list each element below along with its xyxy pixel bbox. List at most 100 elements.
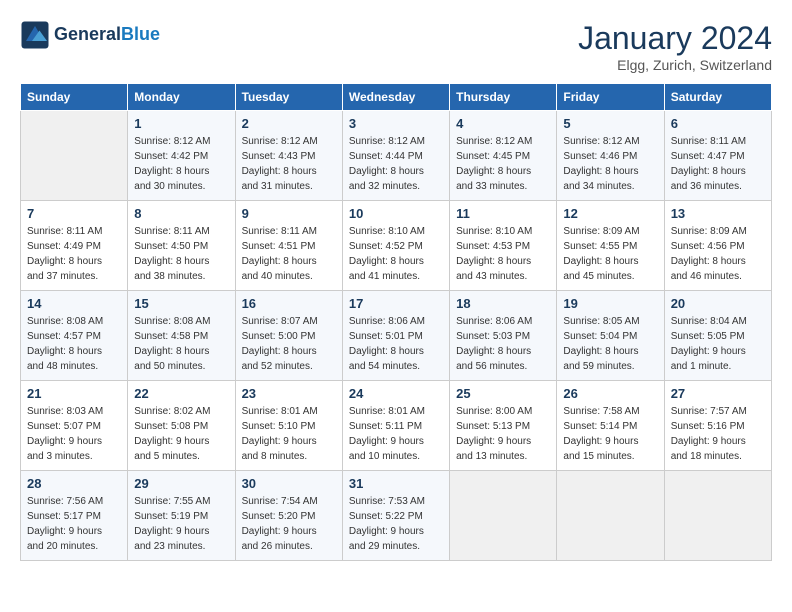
day-info: Sunrise: 7:55 AM Sunset: 5:19 PM Dayligh…	[134, 494, 228, 554]
weekday-header-row: SundayMondayTuesdayWednesdayThursdayFrid…	[21, 84, 772, 111]
calendar-body: 1Sunrise: 8:12 AM Sunset: 4:42 PM Daylig…	[21, 111, 772, 561]
calendar-cell: 6 Sunrise: 8:11 AM Sunset: 4:47 PM Daylig…	[664, 111, 771, 201]
calendar-table: SundayMondayTuesdayWednesdayThursdayFrid…	[20, 83, 772, 561]
day-info: Sunrise: 8:09 AM Sunset: 4:56 PM Dayligh…	[671, 224, 765, 284]
calendar-cell: 25Sunrise: 8:00 AM Sunset: 5:13 PM Dayli…	[450, 381, 557, 471]
calendar-week-row: 1Sunrise: 8:12 AM Sunset: 4:42 PM Daylig…	[21, 111, 772, 201]
weekday-header-cell: Tuesday	[235, 84, 342, 111]
day-number: 12	[563, 206, 657, 221]
calendar-cell: 10Sunrise: 8:10 AM Sunset: 4:52 PM Dayli…	[342, 201, 449, 291]
calendar-week-row: 7Sunrise: 8:11 AM Sunset: 4:49 PM Daylig…	[21, 201, 772, 291]
day-number: 17	[349, 296, 443, 311]
calendar-cell: 17 Sunrise: 8:06 AM Sunset: 5:01 PM Dayli…	[342, 291, 449, 381]
day-number: 27	[671, 386, 765, 401]
day-number: 23	[242, 386, 336, 401]
calendar-cell: 12 Sunrise: 8:09 AM Sunset: 4:55 PM Dayli…	[557, 201, 664, 291]
weekday-header-cell: Wednesday	[342, 84, 449, 111]
day-info: Sunrise: 8:12 AM Sunset: 4:44 PM Dayligh…	[349, 134, 443, 194]
day-info: Sunrise: 8:08 AM Sunset: 4:57 PM Dayligh…	[27, 314, 121, 374]
day-number: 9	[242, 206, 336, 221]
day-info: Sunrise: 8:11 AM Sunset: 4:49 PM Dayligh…	[27, 224, 121, 284]
day-number: 4	[456, 116, 550, 131]
day-info: Sunrise: 8:09 AM Sunset: 4:55 PM Dayligh…	[563, 224, 657, 284]
day-number: 28	[27, 476, 121, 491]
calendar-cell: 4Sunrise: 8:12 AM Sunset: 4:45 PM Daylig…	[450, 111, 557, 201]
weekday-header-cell: Sunday	[21, 84, 128, 111]
day-info: Sunrise: 7:56 AM Sunset: 5:17 PM Dayligh…	[27, 494, 121, 554]
day-number: 30	[242, 476, 336, 491]
calendar-cell: 8 Sunrise: 8:11 AM Sunset: 4:50 PM Daylig…	[128, 201, 235, 291]
calendar-week-row: 21Sunrise: 8:03 AM Sunset: 5:07 PM Dayli…	[21, 381, 772, 471]
calendar-cell	[557, 471, 664, 561]
logo-text: GeneralBlue	[54, 24, 160, 46]
day-number: 2	[242, 116, 336, 131]
calendar-week-row: 28 Sunrise: 7:56 AM Sunset: 5:17 PM Dayli…	[21, 471, 772, 561]
calendar-cell	[450, 471, 557, 561]
calendar-cell: 18 Sunrise: 8:06 AM Sunset: 5:03 PM Dayli…	[450, 291, 557, 381]
location: Elgg, Zurich, Switzerland	[578, 57, 772, 73]
calendar-cell: 13Sunrise: 8:09 AM Sunset: 4:56 PM Dayli…	[664, 201, 771, 291]
weekday-header-cell: Friday	[557, 84, 664, 111]
calendar-cell: 21Sunrise: 8:03 AM Sunset: 5:07 PM Dayli…	[21, 381, 128, 471]
day-number: 31	[349, 476, 443, 491]
day-number: 20	[671, 296, 765, 311]
day-number: 8	[134, 206, 228, 221]
day-info: Sunrise: 7:54 AM Sunset: 5:20 PM Dayligh…	[242, 494, 336, 554]
day-info: Sunrise: 8:07 AM Sunset: 5:00 PM Dayligh…	[242, 314, 336, 374]
calendar-cell: 7Sunrise: 8:11 AM Sunset: 4:49 PM Daylig…	[21, 201, 128, 291]
day-number: 19	[563, 296, 657, 311]
title-block: January 2024 Elgg, Zurich, Switzerland	[578, 20, 772, 73]
day-info: Sunrise: 8:11 AM Sunset: 4:47 PM Dayligh…	[671, 134, 765, 194]
day-info: Sunrise: 8:01 AM Sunset: 5:10 PM Dayligh…	[242, 404, 336, 464]
calendar-cell: 24 Sunrise: 8:01 AM Sunset: 5:11 PM Dayli…	[342, 381, 449, 471]
day-number: 26	[563, 386, 657, 401]
day-number: 6	[671, 116, 765, 131]
calendar-cell: 23 Sunrise: 8:01 AM Sunset: 5:10 PM Dayli…	[235, 381, 342, 471]
day-info: Sunrise: 8:12 AM Sunset: 4:42 PM Dayligh…	[134, 134, 228, 194]
calendar-cell: 16 Sunrise: 8:07 AM Sunset: 5:00 PM Dayli…	[235, 291, 342, 381]
day-number: 21	[27, 386, 121, 401]
calendar-cell: 31 Sunrise: 7:53 AM Sunset: 5:22 PM Dayli…	[342, 471, 449, 561]
calendar-cell: 26Sunrise: 7:58 AM Sunset: 5:14 PM Dayli…	[557, 381, 664, 471]
logo-icon	[20, 20, 50, 50]
calendar-cell: 3 Sunrise: 8:12 AM Sunset: 4:44 PM Daylig…	[342, 111, 449, 201]
day-info: Sunrise: 8:10 AM Sunset: 4:52 PM Dayligh…	[349, 224, 443, 284]
day-number: 24	[349, 386, 443, 401]
calendar-cell: 27 Sunrise: 7:57 AM Sunset: 5:16 PM Dayli…	[664, 381, 771, 471]
day-number: 16	[242, 296, 336, 311]
day-info: Sunrise: 8:06 AM Sunset: 5:01 PM Dayligh…	[349, 314, 443, 374]
day-number: 14	[27, 296, 121, 311]
calendar-cell: 9 Sunrise: 8:11 AM Sunset: 4:51 PM Daylig…	[235, 201, 342, 291]
calendar-cell: 14 Sunrise: 8:08 AM Sunset: 4:57 PM Dayli…	[21, 291, 128, 381]
day-info: Sunrise: 8:11 AM Sunset: 4:50 PM Dayligh…	[134, 224, 228, 284]
calendar-cell: 28 Sunrise: 7:56 AM Sunset: 5:17 PM Dayli…	[21, 471, 128, 561]
day-number: 3	[349, 116, 443, 131]
weekday-header-cell: Thursday	[450, 84, 557, 111]
calendar-cell: 5Sunrise: 8:12 AM Sunset: 4:46 PM Daylig…	[557, 111, 664, 201]
day-info: Sunrise: 8:06 AM Sunset: 5:03 PM Dayligh…	[456, 314, 550, 374]
day-info: Sunrise: 8:11 AM Sunset: 4:51 PM Dayligh…	[242, 224, 336, 284]
calendar-cell	[664, 471, 771, 561]
calendar-cell: 20 Sunrise: 8:04 AM Sunset: 5:05 PM Dayli…	[664, 291, 771, 381]
day-info: Sunrise: 8:05 AM Sunset: 5:04 PM Dayligh…	[563, 314, 657, 374]
day-number: 22	[134, 386, 228, 401]
day-info: Sunrise: 8:12 AM Sunset: 4:46 PM Dayligh…	[563, 134, 657, 194]
day-number: 25	[456, 386, 550, 401]
day-number: 18	[456, 296, 550, 311]
calendar-cell: 11Sunrise: 8:10 AM Sunset: 4:53 PM Dayli…	[450, 201, 557, 291]
logo: GeneralBlue	[20, 20, 160, 50]
day-info: Sunrise: 8:12 AM Sunset: 4:43 PM Dayligh…	[242, 134, 336, 194]
weekday-header-cell: Saturday	[664, 84, 771, 111]
calendar-cell: 2 Sunrise: 8:12 AM Sunset: 4:43 PM Daylig…	[235, 111, 342, 201]
month-title: January 2024	[578, 20, 772, 57]
calendar-cell: 30 Sunrise: 7:54 AM Sunset: 5:20 PM Dayli…	[235, 471, 342, 561]
calendar-cell: 1Sunrise: 8:12 AM Sunset: 4:42 PM Daylig…	[128, 111, 235, 201]
day-info: Sunrise: 8:01 AM Sunset: 5:11 PM Dayligh…	[349, 404, 443, 464]
day-number: 15	[134, 296, 228, 311]
day-info: Sunrise: 7:53 AM Sunset: 5:22 PM Dayligh…	[349, 494, 443, 554]
day-info: Sunrise: 8:08 AM Sunset: 4:58 PM Dayligh…	[134, 314, 228, 374]
day-info: Sunrise: 8:02 AM Sunset: 5:08 PM Dayligh…	[134, 404, 228, 464]
day-info: Sunrise: 8:10 AM Sunset: 4:53 PM Dayligh…	[456, 224, 550, 284]
day-info: Sunrise: 7:57 AM Sunset: 5:16 PM Dayligh…	[671, 404, 765, 464]
day-info: Sunrise: 8:04 AM Sunset: 5:05 PM Dayligh…	[671, 314, 765, 374]
